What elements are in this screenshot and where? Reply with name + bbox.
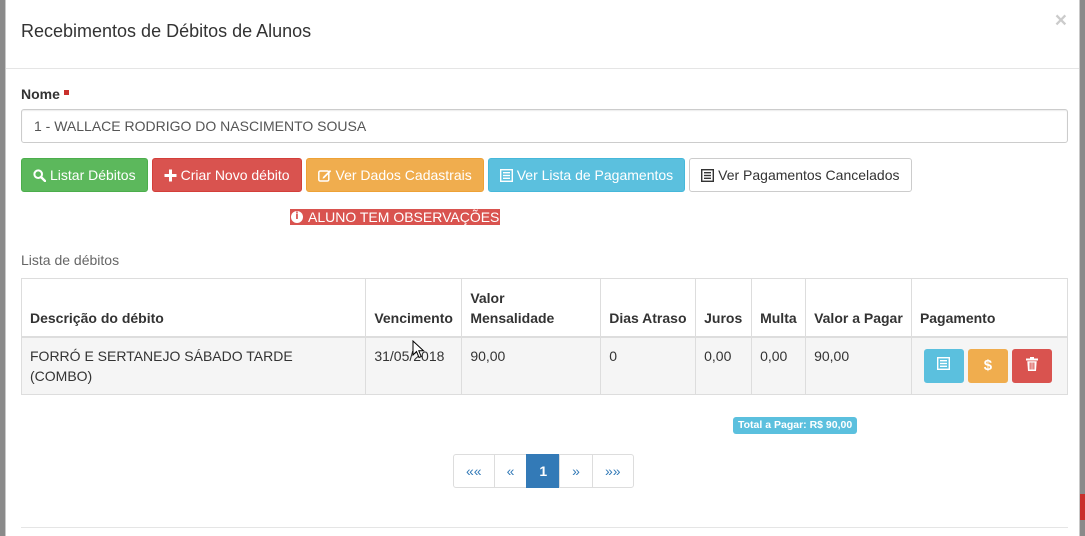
col-fine: Multa: [751, 278, 807, 338]
debts-list-label: Lista de débitos: [21, 252, 120, 268]
name-label-text: Nome: [21, 86, 60, 102]
page-first-button[interactable]: ««: [453, 454, 495, 488]
page-last-button[interactable]: »»: [591, 454, 634, 488]
view-registration-button[interactable]: Ver Dados Cadastrais: [305, 158, 484, 192]
modal-header: Recebimentos de Débitos de Alunos ×: [6, 0, 1079, 69]
col-due-date: Vencimento: [365, 278, 463, 338]
payment-action-buttons: $: [923, 348, 1055, 383]
delete-debt-button[interactable]: [1011, 348, 1052, 383]
create-debt-button[interactable]: Criar Novo débito: [151, 158, 302, 192]
cell-monthly-value: 90,00: [461, 336, 602, 395]
trash-icon: [1025, 356, 1038, 375]
action-button-row: Listar Débitos Criar Novo débito Ver Dad…: [21, 158, 916, 192]
list-icon: [937, 356, 951, 374]
observations-alert[interactable]: i ALUNO TEM OBSERVAÇÕES: [290, 209, 501, 225]
list-alt-icon: [499, 168, 513, 182]
view-cancelled-payments-label: Ver Pagamentos Cancelados: [718, 167, 900, 183]
page-prev-button[interactable]: «: [493, 454, 528, 488]
table-header-row: Descrição do débito Vencimento Valor Men…: [20, 278, 1069, 338]
col-days-late: Dias Atraso: [600, 278, 697, 338]
col-description: Descrição do débito: [20, 278, 367, 338]
close-button[interactable]: ×: [1055, 10, 1067, 31]
background-red-tab: [1080, 494, 1085, 520]
plus-icon: [164, 169, 177, 182]
debts-table: Descrição do débito Vencimento Valor Men…: [20, 278, 1069, 395]
cell-description: FORRÓ E SERTANEJO SÁBADO TARDE (COMBO): [20, 336, 367, 395]
col-interest: Juros: [695, 278, 753, 338]
page-next-button[interactable]: »: [559, 454, 593, 488]
cell-payment-actions: $: [910, 336, 1069, 395]
info-icon: i: [291, 211, 303, 223]
pagination: «« « 1 » »»: [453, 454, 634, 488]
dollar-icon: $: [983, 357, 993, 374]
list-debts-label: Listar Débitos: [50, 167, 136, 183]
cell-amount-due: 90,00: [805, 336, 912, 395]
name-label: Nome: [21, 86, 69, 102]
required-marker: [63, 90, 69, 95]
col-amount-due: Valor a Pagar: [805, 278, 912, 338]
list-debts-button[interactable]: Listar Débitos: [21, 158, 148, 192]
view-cancelled-payments-button[interactable]: Ver Pagamentos Cancelados: [689, 158, 912, 192]
table-row: FORRÓ E SERTANEJO SÁBADO TARDE (COMBO) 3…: [20, 336, 1069, 395]
create-debt-label: Criar Novo débito: [180, 167, 290, 183]
cell-fine: 0,00: [751, 336, 807, 395]
mouse-cursor-icon: [412, 340, 425, 359]
page-current-button[interactable]: 1: [526, 454, 561, 488]
search-icon: [33, 168, 46, 182]
view-details-button[interactable]: [923, 348, 964, 383]
modal-footer-divider: [21, 527, 1068, 528]
col-payment: Pagamento: [910, 278, 1069, 338]
list-alt-icon: [701, 168, 715, 182]
debts-modal: Recebimentos de Débitos de Alunos × Nome…: [5, 0, 1080, 536]
edit-icon: [317, 169, 332, 182]
view-registration-label: Ver Dados Cadastrais: [335, 167, 472, 183]
cell-days-late: 0: [600, 336, 697, 395]
view-payments-label: Ver Lista de Pagamentos: [516, 167, 674, 183]
view-payments-button[interactable]: Ver Lista de Pagamentos: [487, 158, 686, 192]
cell-interest: 0,00: [695, 336, 753, 395]
background-page-right: [1080, 0, 1085, 536]
modal-title: Recebimentos de Débitos de Alunos: [21, 21, 312, 41]
pay-button[interactable]: $: [967, 348, 1008, 383]
total-to-pay-badge: Total a Pagar: R$ 90,00: [733, 417, 858, 434]
col-monthly-value: Valor Mensalidade: [461, 278, 602, 338]
student-name-input[interactable]: [21, 109, 1068, 143]
observations-alert-text: ALUNO TEM OBSERVAÇÕES: [308, 209, 500, 225]
